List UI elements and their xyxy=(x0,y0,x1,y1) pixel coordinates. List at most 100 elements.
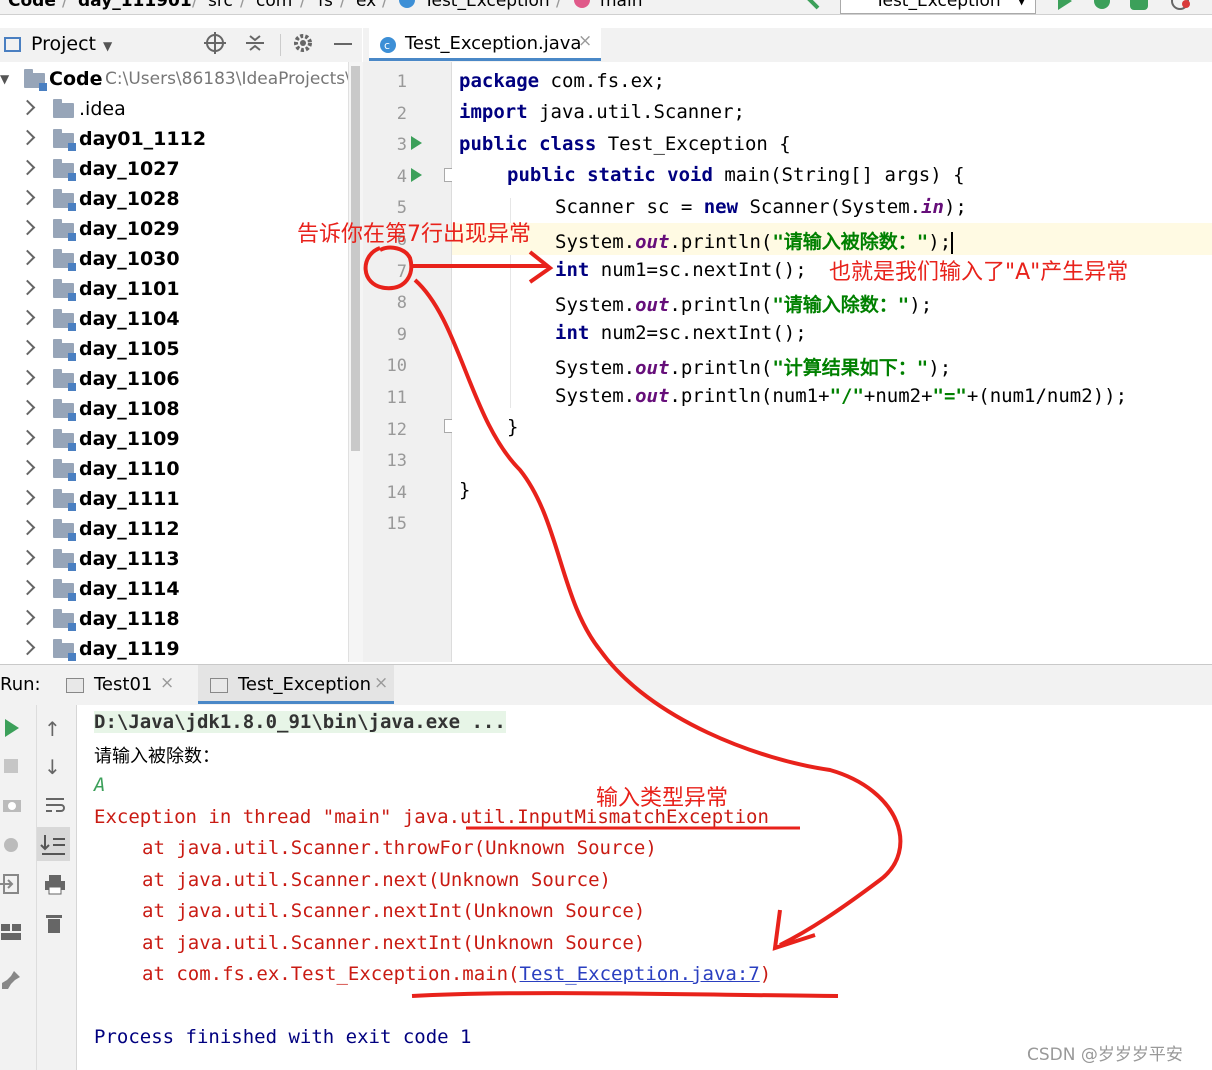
profile-icon[interactable] xyxy=(1170,0,1194,14)
code-editor[interactable]: package com.fs.ex; import java.util.Scan… xyxy=(452,62,1212,662)
chevron-down-icon[interactable]: ▼ xyxy=(103,39,112,53)
scroll-to-end-button[interactable] xyxy=(37,827,70,861)
breadcrumb-item-project[interactable]: Code xyxy=(8,0,56,11)
layout-icon[interactable] xyxy=(0,923,22,945)
run-gutter-icon[interactable] xyxy=(411,168,422,182)
tree-item[interactable]: day_1112 xyxy=(0,516,348,546)
tree-item[interactable]: day_1105 xyxy=(0,336,348,366)
camera-icon[interactable] xyxy=(2,797,22,817)
trash-icon[interactable] xyxy=(46,913,62,937)
collapse-all-icon[interactable] xyxy=(244,32,266,58)
close-icon[interactable]: × xyxy=(160,673,174,693)
bug-icon[interactable] xyxy=(0,833,22,859)
tree-item[interactable]: day_1028 xyxy=(0,186,348,216)
arrow-down-icon[interactable]: ↓ xyxy=(44,755,61,779)
tree-item[interactable]: day_1027 xyxy=(0,156,348,186)
breadcrumb-item-com[interactable]: com xyxy=(256,0,292,11)
locate-icon[interactable] xyxy=(204,32,226,58)
arrow-up-icon[interactable]: ↑ xyxy=(44,717,61,741)
code-line-8[interactable]: System.out.println("请输入除数："); xyxy=(555,290,932,317)
debug-icon[interactable] xyxy=(1092,0,1112,14)
run-gutter-icon[interactable] xyxy=(411,136,422,150)
tree-item[interactable]: day_1114 xyxy=(0,576,348,606)
tree-item[interactable]: day_1113 xyxy=(0,546,348,576)
code-line-9[interactable]: int num2=sc.nextInt(); xyxy=(555,322,807,344)
tree-item[interactable]: .idea xyxy=(0,96,348,126)
chevron-right-icon[interactable] xyxy=(19,189,36,206)
code-line-5[interactable]: Scanner sc = new Scanner(System.in); xyxy=(555,196,967,218)
breadcrumb-item-method[interactable]: main xyxy=(600,0,642,11)
chevron-right-icon[interactable] xyxy=(19,579,36,596)
chevron-right-icon[interactable] xyxy=(19,399,36,416)
tree-item[interactable]: day_1106 xyxy=(0,366,348,396)
tree-item[interactable]: day_1101 xyxy=(0,276,348,306)
chevron-right-icon[interactable] xyxy=(19,369,36,386)
code-line-1[interactable]: package com.fs.ex; xyxy=(459,70,665,92)
build-hammer-icon[interactable] xyxy=(798,0,822,14)
tree-item[interactable]: day_1030 xyxy=(0,246,348,276)
chevron-expanded-icon[interactable]: ▼ xyxy=(0,72,9,86)
chevron-right-icon[interactable] xyxy=(19,609,36,626)
scrollbar-thumb[interactable] xyxy=(351,66,360,451)
close-icon[interactable]: × xyxy=(578,31,592,51)
tree-item[interactable]: day_1111 xyxy=(0,486,348,516)
tree-item[interactable]: day_1109 xyxy=(0,426,348,456)
pin-icon[interactable] xyxy=(0,969,22,995)
chevron-right-icon[interactable] xyxy=(19,279,36,296)
code-line-12[interactable]: } xyxy=(507,416,518,438)
code-line-3[interactable]: public class Test_Exception { xyxy=(459,133,791,155)
chevron-right-icon[interactable] xyxy=(19,249,36,266)
tree-item-label: day_1109 xyxy=(79,428,180,450)
minimize-icon[interactable] xyxy=(334,43,352,45)
chevron-right-icon[interactable] xyxy=(19,519,36,536)
chevron-right-icon[interactable] xyxy=(19,309,36,326)
tree-root[interactable]: ▼ Code C:\Users\86183\IdeaProjects\C xyxy=(0,66,348,96)
chevron-right-icon[interactable] xyxy=(19,549,36,566)
project-scrollbar[interactable] xyxy=(348,62,363,662)
tree-item[interactable]: day01_1112 xyxy=(0,126,348,156)
chevron-right-icon[interactable] xyxy=(19,129,36,146)
breadcrumb-item-src[interactable]: src xyxy=(208,0,233,11)
chevron-right-icon[interactable] xyxy=(19,219,36,236)
code-line-7[interactable]: int num1=sc.nextInt(); xyxy=(555,259,807,281)
chevron-right-icon[interactable] xyxy=(19,639,36,656)
run-tab-test01[interactable]: Test01 × xyxy=(58,665,188,704)
breadcrumb-item-ex[interactable]: ex xyxy=(356,0,376,11)
soft-wrap-icon[interactable] xyxy=(44,795,66,819)
console-output[interactable]: D:\Java\jdk1.8.0_91\bin\java.exe ... 请输入… xyxy=(77,705,1212,1070)
exit-icon[interactable] xyxy=(0,873,22,899)
chevron-right-icon[interactable] xyxy=(19,159,36,176)
source-link[interactable]: Test_Exception.java:7 xyxy=(520,963,760,985)
tree-item[interactable]: day_1104 xyxy=(0,306,348,336)
gear-icon[interactable] xyxy=(292,32,314,58)
breadcrumb-item-module[interactable]: day_111901 xyxy=(78,0,192,11)
breadcrumb-item-class[interactable]: Test_Exception xyxy=(424,0,550,11)
tab-test-exception-java[interactable]: c Test_Exception.java × xyxy=(369,28,601,61)
print-icon[interactable] xyxy=(44,875,66,899)
stop-icon[interactable] xyxy=(4,759,18,773)
tree-item[interactable]: day_1119 xyxy=(0,636,348,662)
code-line-6[interactable]: System.out.println("请输入被除数："); xyxy=(555,227,954,254)
code-line-11[interactable]: System.out.println(num1+"/"+num2+"="+(nu… xyxy=(555,385,1127,407)
chevron-right-icon[interactable] xyxy=(19,489,36,506)
run-tab-test-exception[interactable]: Test_Exception × xyxy=(198,665,394,704)
code-line-14[interactable]: } xyxy=(459,479,470,501)
breadcrumb-item-fs[interactable]: fs xyxy=(318,0,333,11)
chevron-right-icon[interactable] xyxy=(19,459,36,476)
chevron-right-icon[interactable] xyxy=(19,99,36,116)
code-line-2[interactable]: import java.util.Scanner; xyxy=(459,101,745,123)
chevron-right-icon[interactable] xyxy=(19,429,36,446)
run-icon[interactable] xyxy=(1056,0,1074,14)
chevron-right-icon[interactable] xyxy=(19,339,36,356)
project-panel-title[interactable]: Project xyxy=(31,33,96,55)
rerun-icon[interactable] xyxy=(4,719,20,741)
code-line-10[interactable]: System.out.println("计算结果如下："); xyxy=(555,353,951,380)
tree-item[interactable]: day_1110 xyxy=(0,456,348,486)
code-line-4[interactable]: public static void main(String[] args) { xyxy=(507,164,965,186)
tree-item[interactable]: day_1118 xyxy=(0,606,348,636)
coverage-icon[interactable] xyxy=(1128,0,1152,14)
run-config-dropdown[interactable]: Test_Exception ▼ xyxy=(840,0,1036,14)
close-icon[interactable]: × xyxy=(374,673,388,693)
tree-item[interactable]: day_1029 xyxy=(0,216,348,246)
tree-item[interactable]: day_1108 xyxy=(0,396,348,426)
